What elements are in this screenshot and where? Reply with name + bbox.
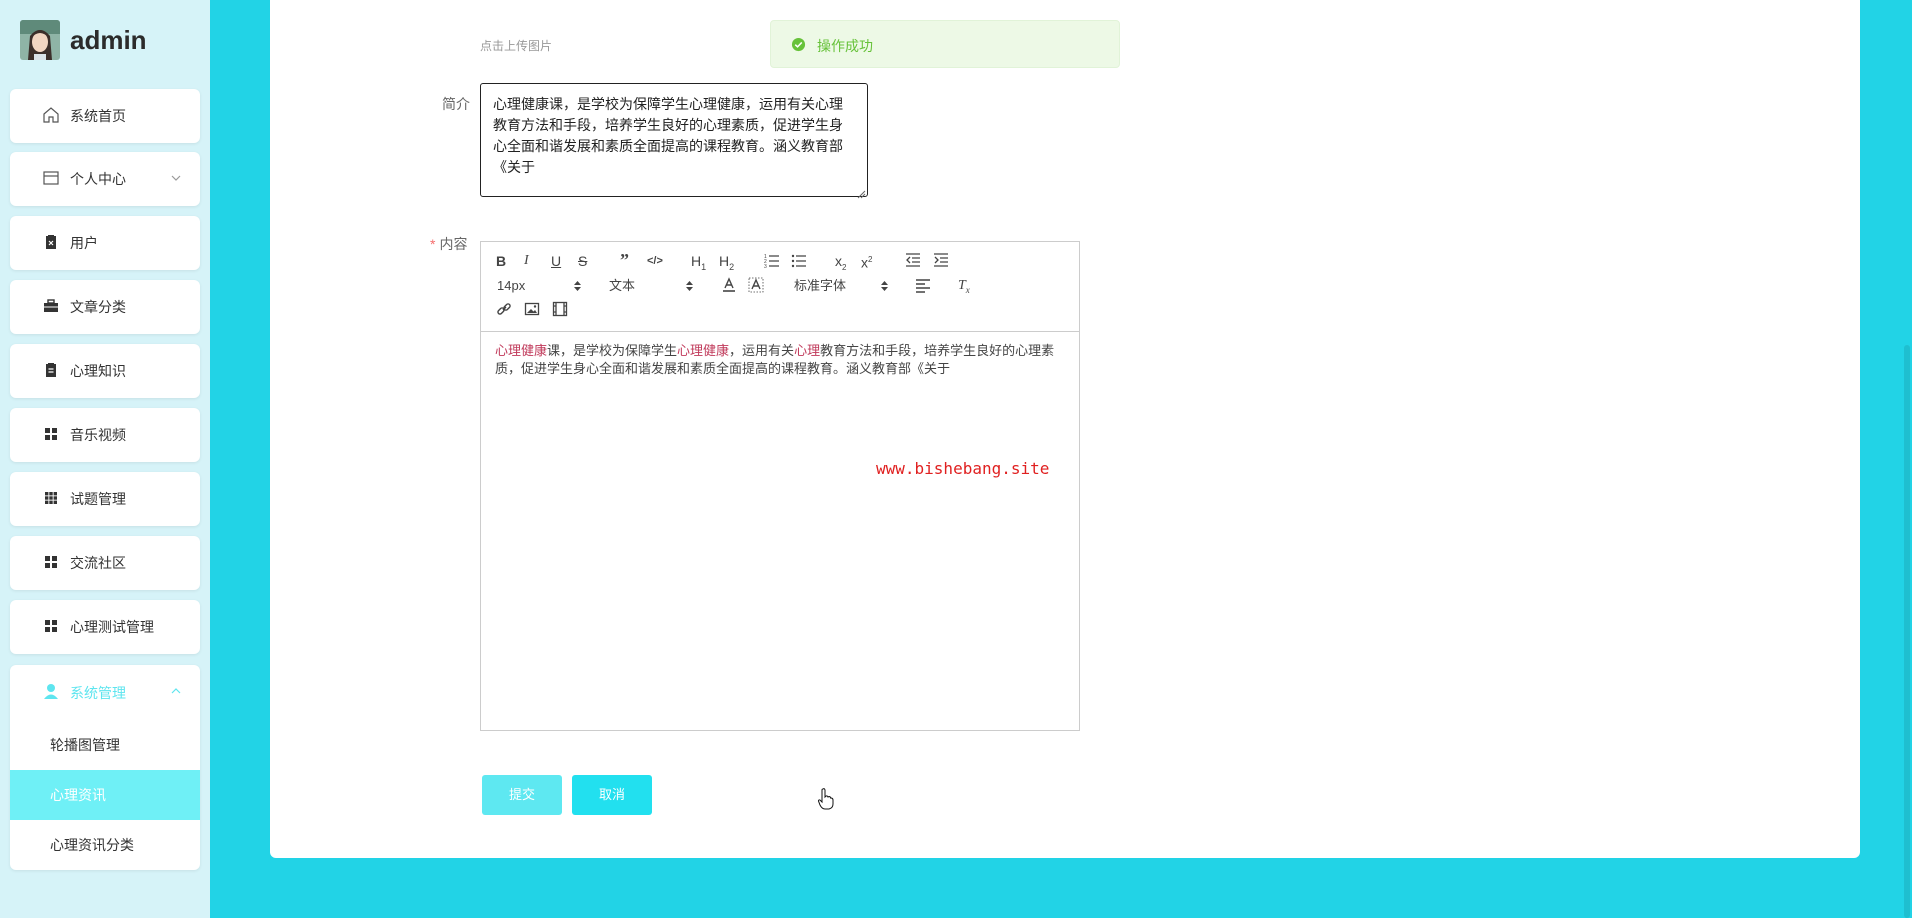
chevron-down-icon xyxy=(170,171,182,183)
sidebar-item-label: 试题管理 xyxy=(70,491,126,507)
editor-content[interactable]: 心理健康课，是学校为保障学生心理健康，运用有关心理教育方法和手段，培养学生良好的… xyxy=(495,342,1065,378)
indent-icon[interactable] xyxy=(933,252,949,270)
font-family-value: 标准字体 xyxy=(794,278,847,293)
font-family-select[interactable]: 标准字体 xyxy=(794,277,888,295)
brand-name: admin xyxy=(70,24,147,55)
grid-9-icon xyxy=(42,489,60,507)
header1-icon[interactable]: H1 xyxy=(691,252,706,272)
sidebar-item-label: 用户 xyxy=(70,235,98,251)
sidebar-item-7[interactable]: 试题管理 xyxy=(10,472,200,526)
svg-text:3: 3 xyxy=(764,264,767,268)
sidebar-item-label: 心理测试管理 xyxy=(70,619,154,635)
intro-label: 简介 xyxy=(442,96,470,112)
sidebar-item-system[interactable]: 系统管理 xyxy=(10,665,200,719)
required-star: * xyxy=(430,236,436,252)
font-color-icon[interactable] xyxy=(721,277,737,295)
sidebar-item-2[interactable]: 个人中心 xyxy=(10,152,200,206)
editor-toolbar: B I U S ” </> H1 H2 123 x2 x2 14px 文本 标准… xyxy=(481,242,1079,332)
editor-text-segment: 心理健康 xyxy=(495,343,548,358)
blockquote-icon[interactable]: ” xyxy=(620,251,629,269)
sidebar-item-1[interactable]: 系统首页 xyxy=(10,89,200,143)
sidebar-subitem-news[interactable]: 心理资讯 xyxy=(10,770,200,820)
card-icon xyxy=(42,169,60,187)
font-size-value: 14px xyxy=(497,278,526,293)
sidebar-subitem-news-category[interactable]: 心理资讯分类 xyxy=(10,820,200,870)
editor-text-segment: ，运用有关 xyxy=(729,343,795,358)
success-toast: 操作成功 xyxy=(770,20,1120,68)
text-type-value: 文本 xyxy=(609,278,636,293)
sidebar-item-label: 系统首页 xyxy=(70,108,126,124)
resize-grip-icon[interactable] xyxy=(857,186,866,199)
sidebar-subitem-label: 心理资讯分类 xyxy=(50,837,134,853)
sidebar-item-label: 心理知识 xyxy=(70,363,126,379)
check-circle-icon xyxy=(791,37,806,52)
select-arrows-icon xyxy=(686,279,693,293)
content-label: * 内容 xyxy=(430,234,467,254)
sidebar-item-9[interactable]: 心理测试管理 xyxy=(10,600,200,654)
grid-icon xyxy=(42,553,60,571)
content-label-text: 内容 xyxy=(439,236,468,252)
clipboard-icon xyxy=(42,361,60,379)
header2-icon[interactable]: H2 xyxy=(719,252,734,272)
sidebar-group-system: 系统管理 轮播图管理 心理资讯 心理资讯分类 xyxy=(10,665,200,870)
briefcase-icon xyxy=(42,297,60,315)
outdent-icon[interactable] xyxy=(905,252,921,270)
bullet-list-icon[interactable] xyxy=(791,252,807,270)
select-arrows-icon xyxy=(574,279,581,293)
sidebar-item-label: 交流社区 xyxy=(70,555,126,571)
upload-hint[interactable]: 点击上传图片 xyxy=(480,37,552,54)
sidebar-item-6[interactable]: 音乐视频 xyxy=(10,408,200,462)
background-color-icon[interactable] xyxy=(748,277,764,295)
submit-button[interactable]: 提交 xyxy=(482,775,562,815)
main-panel: 点击上传图片 操作成功 简介 心理健康课，是学校为保障学生心理健康，运用有关心理… xyxy=(270,0,1860,858)
sidebar-item-3[interactable]: 用户 xyxy=(10,216,200,270)
strike-icon[interactable]: S xyxy=(578,252,587,270)
sidebar-item-label: 系统管理 xyxy=(70,685,126,701)
editor-text-segment: 心理 xyxy=(794,343,821,358)
sidebar-subitem-carousel[interactable]: 轮播图管理 xyxy=(10,720,200,770)
italic-icon[interactable]: I xyxy=(524,252,529,270)
cancel-button[interactable]: 取消 xyxy=(572,775,652,815)
sidebar: admin 系统首页个人中心用户文章分类心理知识音乐视频试题管理交流社区心理测试… xyxy=(0,0,210,918)
code-block-icon[interactable]: </> xyxy=(647,252,663,270)
underline-icon[interactable]: U xyxy=(551,252,561,270)
select-arrows-icon xyxy=(881,279,888,293)
rich-text-editor: B I U S ” </> H1 H2 123 x2 x2 14px 文本 标准… xyxy=(480,241,1080,731)
page-scrollbar[interactable] xyxy=(1904,345,1910,918)
align-icon[interactable] xyxy=(915,277,931,295)
bold-icon[interactable]: B xyxy=(496,252,506,270)
sidebar-item-label: 个人中心 xyxy=(70,171,126,187)
home-icon xyxy=(42,106,60,124)
font-size-select[interactable]: 14px xyxy=(497,277,581,295)
watermark: www.bishebang.site xyxy=(876,459,1050,478)
link-icon[interactable] xyxy=(496,301,512,319)
editor-text-segment: 心理健康 xyxy=(677,343,730,358)
ordered-list-icon[interactable]: 123 xyxy=(764,252,780,270)
grid-icon xyxy=(42,425,60,443)
intro-textarea[interactable]: 心理健康课，是学校为保障学生心理健康，运用有关心理教育方法和手段，培养学生良好的… xyxy=(480,83,868,197)
sidebar-item-5[interactable]: 心理知识 xyxy=(10,344,200,398)
sidebar-subitem-label: 心理资讯 xyxy=(50,787,106,803)
avatar xyxy=(20,20,60,60)
clear-format-icon[interactable]: Tx xyxy=(958,277,970,295)
brand: admin xyxy=(20,18,147,62)
grid-icon xyxy=(42,617,60,635)
clipboard-x-icon xyxy=(42,233,60,251)
text-type-select[interactable]: 文本 xyxy=(609,277,693,295)
toast-message: 操作成功 xyxy=(817,38,873,54)
hand-cursor-icon xyxy=(817,788,834,810)
sidebar-item-label: 文章分类 xyxy=(70,299,126,315)
subscript-icon[interactable]: x2 xyxy=(835,252,846,272)
video-icon[interactable] xyxy=(552,301,568,319)
sidebar-item-8[interactable]: 交流社区 xyxy=(10,536,200,590)
chevron-up-icon xyxy=(170,684,182,696)
sidebar-item-4[interactable]: 文章分类 xyxy=(10,280,200,334)
editor-text-segment: 课，是学校为保障学生 xyxy=(547,343,678,358)
user-icon xyxy=(42,682,60,700)
superscript-icon[interactable]: x2 xyxy=(861,251,872,271)
sidebar-subitem-label: 轮播图管理 xyxy=(50,737,120,753)
image-icon[interactable] xyxy=(524,301,540,319)
sidebar-item-label: 音乐视频 xyxy=(70,427,126,443)
